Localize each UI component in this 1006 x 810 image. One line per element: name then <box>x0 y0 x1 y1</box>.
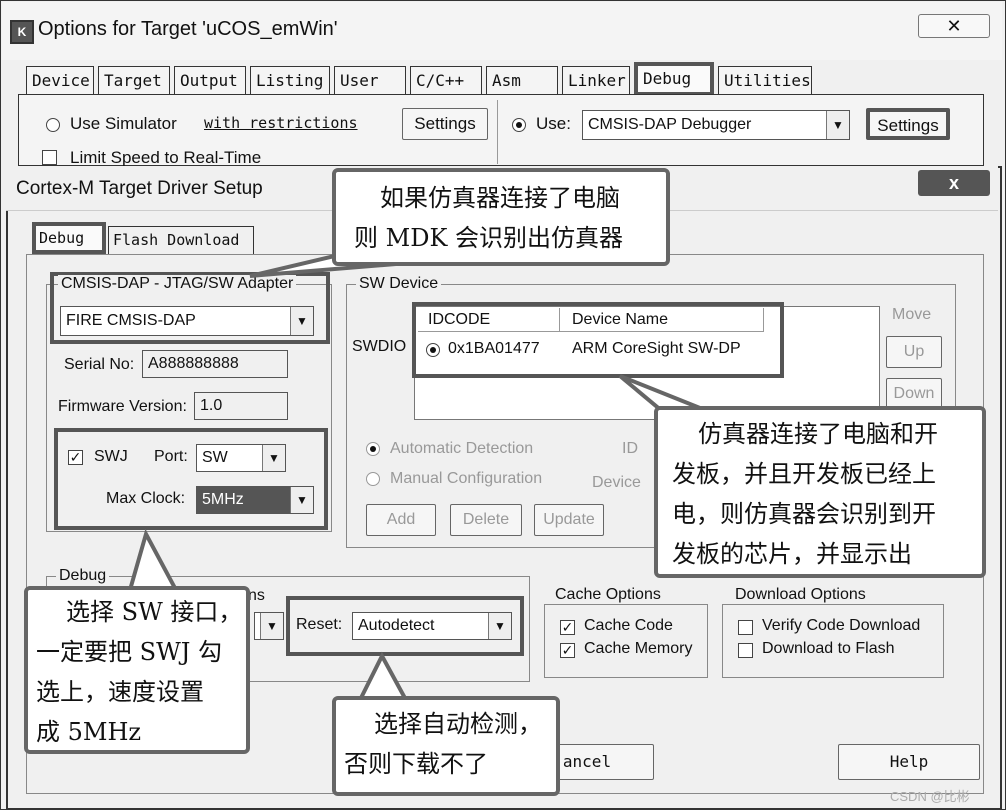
callout-top: 如果仿真器连接了电脑 则 MDK 会识别出仿真器 <box>332 168 670 266</box>
callout-left-line-4: 成 5MHz <box>36 718 142 746</box>
callout-bottom: 选择自动检测， 否则下载不了 <box>332 696 560 796</box>
callout-bottom-line-2: 否则下载不了 <box>344 750 488 778</box>
callout-right-line-2: 发板，并且开发板已经上 <box>672 460 936 488</box>
pointer-left <box>127 528 180 592</box>
callout-right-line-1: 仿真器连接了电脑和开 <box>698 420 938 448</box>
callout-left-line-1: 选择 SW 接口， <box>66 598 243 626</box>
callout-right: 仿真器连接了电脑和开 发板，并且开发板已经上 电，则仿真器会识别到开 发板的芯片… <box>654 406 986 578</box>
watermark: CSDN @比彬 <box>890 789 970 804</box>
callout-left-line-2: 一定要把 SWJ 勾 <box>36 638 222 666</box>
callout-bottom-line-1: 选择自动检测， <box>374 710 542 738</box>
callout-left: 选择 SW 接口， 一定要把 SWJ 勾 选上，速度设置 成 5MHz <box>24 586 250 754</box>
callout-top-line-1: 如果仿真器连接了电脑 <box>380 184 620 212</box>
callout-right-line-3: 电，则仿真器会识别到开 <box>672 500 936 528</box>
callout-right-line-4: 发板的芯片，并显示出 <box>672 540 912 568</box>
callout-left-line-3: 选上，速度设置 <box>36 678 204 706</box>
pointer-bottom <box>356 651 410 702</box>
callout-top-line-2: 则 MDK 会识别出仿真器 <box>354 224 624 252</box>
